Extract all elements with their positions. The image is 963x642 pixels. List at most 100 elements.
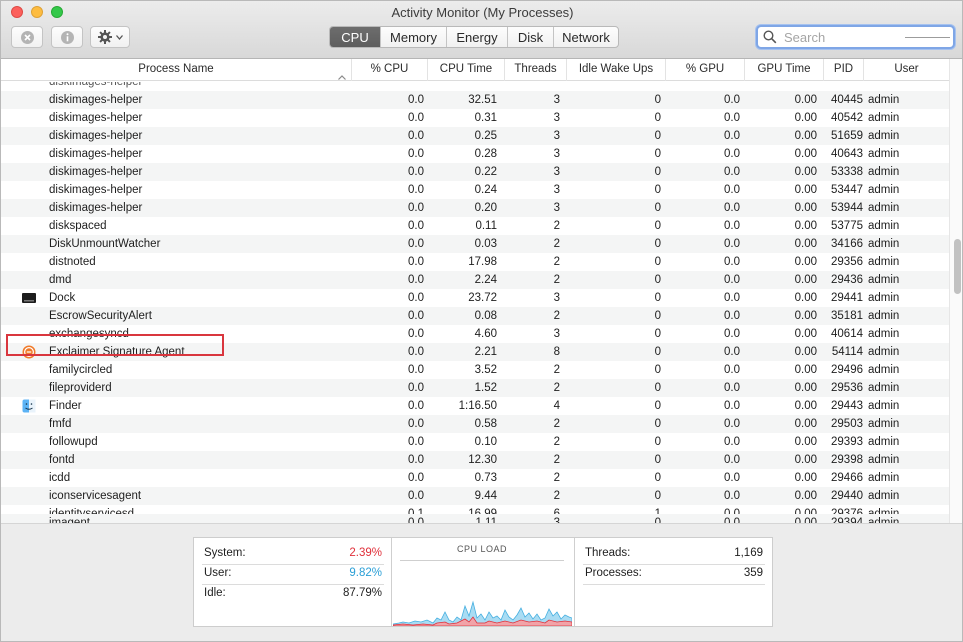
- info-icon: [60, 30, 75, 45]
- cell-threads: 2: [553, 256, 560, 268]
- tab-cpu[interactable]: CPU: [330, 27, 380, 47]
- search-field[interactable]: [756, 25, 955, 49]
- cell-gpu-percent: 0.0: [724, 256, 740, 268]
- cell-threads: 2: [553, 418, 560, 430]
- table-row[interactable]: DiskUnmountWatcher 0.0 0.03 2 0 0.0 0.00 34166 a…: [1, 235, 949, 253]
- action-menu-button[interactable]: [90, 26, 130, 48]
- table-row[interactable]: diskimages-helper 0.0 0.28 3 0 0.0 0.00 40643 ad…: [1, 145, 949, 163]
- column-pid[interactable]: PID: [823, 59, 863, 81]
- table-row[interactable]: fileproviderd 0.0 1.52 2 0 0.0 0.00 29536 admin: [1, 379, 949, 397]
- cell-threads: 2: [553, 274, 560, 286]
- cell-idle-wake-ups: 0: [654, 454, 661, 466]
- table-row[interactable]: dmd 0.0 2.24 2 0 0.0 0.00 29436 admin: [1, 271, 949, 289]
- cell-cpu-time: 23.72: [468, 292, 497, 304]
- cell-idle-wake-ups: 0: [654, 328, 661, 340]
- tab-memory[interactable]: Memory: [380, 27, 446, 47]
- cell-user: admin: [868, 328, 900, 340]
- table-row[interactable]: icdd 0.0 0.73 2 0 0.0 0.00 29466 admin: [1, 469, 949, 487]
- tab-network[interactable]: Network: [553, 27, 618, 47]
- vertical-scrollbar[interactable]: [949, 59, 962, 523]
- cell-cpu-time: 12.30: [468, 454, 497, 466]
- cell-pid: 29503: [831, 418, 863, 430]
- table-row[interactable]: fmfd 0.0 0.58 2 0 0.0 0.00 29503 admin: [1, 415, 949, 433]
- cell-process-name: fmfd: [49, 418, 72, 430]
- cell-process-name: fontd: [49, 454, 75, 466]
- cell-pid: 40643: [831, 148, 863, 160]
- table-row[interactable]: diskimages-helper 0.0 0.22 3 0 0.0 0.00 53338 ad…: [1, 163, 949, 181]
- cell-cpu-time: 3.52: [474, 364, 497, 376]
- table-row[interactable]: distnoted 0.0 17.98 2 0 0.0 0.00 29356 admin: [1, 253, 949, 271]
- cell-idle-wake-ups: 0: [654, 472, 661, 484]
- user-value: 9.82%: [349, 567, 382, 579]
- search-input[interactable]: [784, 29, 904, 45]
- table-row[interactable]: diskimages-helper 0.0 0.25 3 0 0.0 0.00 51659 ad…: [1, 127, 949, 145]
- column-user[interactable]: User: [863, 59, 949, 81]
- tab-energy[interactable]: Energy: [446, 27, 507, 47]
- table-row-partial[interactable]: diskimages-helper: [1, 82, 949, 91]
- table-row[interactable]: familycircled 0.0 3.52 2 0 0.0 0.00 29496 admin: [1, 361, 949, 379]
- cell-user: admin: [868, 418, 900, 430]
- cell-user: admin: [868, 436, 900, 448]
- cell-gpu-percent: 0.0: [724, 418, 740, 430]
- table-row[interactable]: fontd 0.0 12.30 2 0 0.0 0.00 29398 admin: [1, 451, 949, 469]
- cell-gpu-time: 0.00: [794, 472, 817, 484]
- column-gpu[interactable]: % GPU: [665, 59, 744, 81]
- stop-process-button[interactable]: [11, 26, 43, 48]
- table-row[interactable]: Dock 0.0 23.72 3 0 0.0 0.00 29441 admin: [1, 289, 949, 307]
- column-cpu-time[interactable]: CPU Time: [427, 59, 504, 81]
- table-row-partial[interactable]: imagent 0.0 1.11 3 0 0.0 0.00 29394 admi…: [1, 514, 949, 523]
- cell-pid: 29443: [831, 400, 863, 412]
- cell-pid: 34166: [831, 238, 863, 250]
- activity-monitor-window: Activity Monitor (My Processes) CPU Memo…: [0, 0, 963, 642]
- cell-pid: 29398: [831, 454, 863, 466]
- window-title: Activity Monitor (My Processes): [391, 5, 574, 20]
- cell-pid: 53447: [831, 184, 863, 196]
- close-circle-icon: [20, 30, 35, 45]
- cell-cpu-time: 9.44: [474, 490, 497, 502]
- system-value: 2.39%: [349, 547, 382, 559]
- table-row[interactable]: diskimages-helper 0.0 0.24 3 0 0.0 0.00 53447 ad…: [1, 181, 949, 199]
- tab-disk[interactable]: Disk: [507, 27, 553, 47]
- cell-idle-wake-ups: 0: [654, 274, 661, 286]
- cell-user: admin: [868, 112, 900, 124]
- cell-process-name: familycircled: [49, 364, 113, 376]
- table-row[interactable]: diskimages-helper 0.0 32.51 3 0 0.0 0.00 40445 a…: [1, 91, 949, 109]
- column-threads[interactable]: Threads: [504, 59, 566, 81]
- inspect-process-button[interactable]: [51, 26, 83, 48]
- cell-threads: 4: [553, 400, 560, 412]
- cell-user: admin: [868, 184, 900, 196]
- cell-cpu-time: 0.58: [474, 418, 497, 430]
- table-row[interactable]: Finder 0.0 1:16.50 4 0 0.0 0.00 29443 admin: [1, 397, 949, 415]
- cell-gpu-percent: 0.0: [724, 148, 740, 160]
- cell-idle-wake-ups: 0: [654, 382, 661, 394]
- column-cpu[interactable]: % CPU: [351, 59, 427, 81]
- column-gpu-time[interactable]: GPU Time: [744, 59, 823, 81]
- cell-idle-wake-ups: 0: [654, 184, 661, 196]
- cell-user: admin: [868, 400, 900, 412]
- cell-pid: 35181: [831, 310, 863, 322]
- cell-pid: 29466: [831, 472, 863, 484]
- cell-idle-wake-ups: 0: [654, 166, 661, 178]
- table-row[interactable]: diskimages-helper 0.0 0.20 3 0 0.0 0.00 53944 ad…: [1, 199, 949, 217]
- cell-pid: 40614: [831, 328, 863, 340]
- cell-pid: 29356: [831, 256, 863, 268]
- table-row[interactable]: diskspaced 0.0 0.11 2 0 0.0 0.00 53775 admin: [1, 217, 949, 235]
- table-row[interactable]: followupd 0.0 0.10 2 0 0.0 0.00 29393 admin: [1, 433, 949, 451]
- cell-cpu-percent: 0.0: [408, 166, 424, 178]
- scrollbar-thumb[interactable]: [954, 239, 961, 294]
- column-idle-wake-ups[interactable]: Idle Wake Ups: [566, 59, 665, 81]
- table-row[interactable]: EscrowSecurityAlert 0.0 0.08 2 0 0.0 0.00 35181…: [1, 307, 949, 325]
- system-stat: System: 2.39%: [194, 543, 392, 563]
- idle-value: 87.79%: [342, 587, 382, 599]
- column-process-name[interactable]: Process Name: [1, 59, 351, 81]
- idle-stat: Idle: 87.79%: [194, 583, 392, 603]
- cell-threads: 2: [553, 490, 560, 502]
- cell-gpu-time: 0.00: [794, 220, 817, 232]
- cell-threads: 2: [553, 238, 560, 250]
- process-table: diskimages-helper diskimages-helper 0.0 32…: [1, 82, 949, 523]
- cell-cpu-time: 0.20: [474, 202, 497, 214]
- cell-idle-wake-ups: 0: [654, 400, 661, 412]
- table-row[interactable]: iconservicesagent 0.0 9.44 2 0 0.0 0.00 29440 ad…: [1, 487, 949, 505]
- cell-user: admin: [868, 202, 900, 214]
- table-row[interactable]: diskimages-helper 0.0 0.31 3 0 0.0 0.00 40542 ad…: [1, 109, 949, 127]
